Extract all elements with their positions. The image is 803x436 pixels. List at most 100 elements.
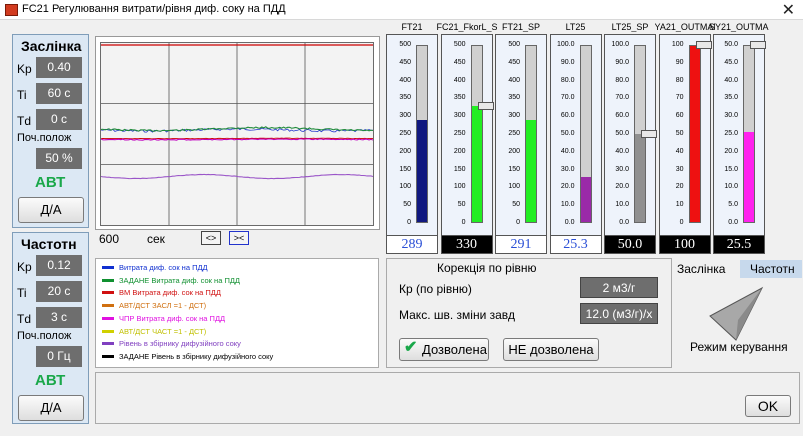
- legend-swatch: [102, 354, 114, 358]
- gauge-tick-label: 90: [675, 58, 684, 66]
- gauge-tick-label: 40: [675, 147, 684, 155]
- freq-td-label: Td: [17, 312, 32, 326]
- damper-ti-field[interactable]: 60 с: [36, 83, 82, 104]
- gauge-tick-label: 50: [512, 201, 520, 209]
- correction-allow-label: Дозволена: [422, 342, 487, 357]
- damper-init-field[interactable]: 50 %: [36, 148, 82, 169]
- gauge-lt25-sp: 100.0 90.0 80.0 70.0 60.0 50.0 40.0 30.0 20.0 10.…: [604, 34, 657, 236]
- damper-manual-auto-button[interactable]: Д/А: [18, 197, 84, 223]
- legend-swatch: [102, 291, 114, 295]
- legend-swatch: [102, 304, 114, 308]
- check-icon: ✔: [404, 339, 418, 356]
- gauge-tick-label: 100.0: [611, 41, 629, 48]
- freq-init-label: Поч.полож: [17, 330, 72, 342]
- damper-mode-status: АВТ: [35, 174, 66, 191]
- gauge-tick-label: 45.0: [724, 58, 738, 66]
- gauge-tick-label: 30: [675, 165, 684, 173]
- setpoint-slider-handle[interactable]: [477, 101, 494, 110]
- gauge-tick-label: 20.0: [615, 183, 629, 191]
- damper-panel-title: Заслінка: [21, 38, 82, 54]
- gauge-tick-label: 200: [453, 147, 466, 155]
- damper-init-label: Поч.полож: [17, 132, 72, 144]
- trend-chart[interactable]: [100, 42, 374, 226]
- gauge-tick-label: 350: [399, 94, 411, 102]
- gauge-lt25: 100.0 90.0 80.0 70.0 60.0 50.0 40.0 30.0 20.0 10.…: [549, 34, 602, 236]
- gauge-tick-label: 10.0: [560, 201, 575, 209]
- gauge-tick-label: 25.0: [724, 130, 738, 137]
- gauge-tick-label: 200: [399, 147, 411, 155]
- gauge-tick-label: 20.0: [560, 183, 575, 191]
- gauge-value[interactable]: 50.0: [604, 235, 656, 254]
- gauge-title: LT25_SP: [611, 22, 649, 32]
- correction-allow-button[interactable]: ✔ Дозволена: [399, 338, 489, 361]
- gauge-fill: [580, 177, 591, 222]
- gauge-tick-label: 500: [399, 41, 411, 48]
- gauge-tick-label: 450: [508, 58, 520, 66]
- setpoint-slider-handle[interactable]: [750, 41, 766, 49]
- gauge-tick-label: 70.0: [560, 94, 575, 102]
- close-icon[interactable]: ✕: [782, 0, 795, 20]
- mode-freq-option[interactable]: Частотн: [740, 260, 802, 278]
- gauge-value[interactable]: 100: [658, 235, 711, 254]
- gauge-tick-label: 30.0: [560, 165, 575, 173]
- gauge-title: FT21_SP: [501, 22, 541, 32]
- gauge-fill: [635, 134, 645, 222]
- gauge-tick-label: 250: [453, 130, 466, 137]
- gauge-track: [579, 45, 592, 223]
- gauge-tick-label: 350: [453, 94, 466, 102]
- legend-label: Витрата диф. сок на ПДД: [119, 263, 208, 272]
- gauge-tick-label: 250: [508, 130, 520, 137]
- gauge-tick-label: 0: [407, 219, 411, 226]
- gauge-title: LT25: [565, 22, 586, 32]
- legend-label: ЗАДАНЕ Рівень в збірнику дифузійного сок…: [119, 351, 274, 361]
- gauge-title: SY21_OUTMAN: [709, 22, 769, 32]
- gauge-value[interactable]: 330: [440, 235, 493, 254]
- gauge-fill: [526, 119, 536, 222]
- window-title: FC21 Регулювання витрати/рівня диф. соку…: [22, 3, 286, 15]
- trend-line-magenta: [101, 138, 373, 141]
- gauge-value: 291: [495, 235, 547, 254]
- gauge-tick-label: 50.0: [615, 130, 629, 137]
- freq-init-field[interactable]: 0 Гц: [36, 346, 82, 367]
- correction-rate-field[interactable]: 12.0 (м3/г)/х: [580, 303, 658, 324]
- gauge-value[interactable]: 25.5: [713, 235, 765, 254]
- zoom-in-button[interactable]: ><: [229, 231, 249, 245]
- mode-damper-option[interactable]: Заслінка: [675, 260, 739, 278]
- correction-kp-field[interactable]: 2 м3/г: [580, 277, 658, 298]
- freq-panel-title: Частотн: [21, 236, 77, 252]
- mode-selector-arrow[interactable]: [706, 286, 766, 342]
- damper-kp-field[interactable]: 0.40: [36, 57, 82, 78]
- legend-swatch: [102, 278, 114, 282]
- gauge-fill: [744, 132, 754, 222]
- damper-td-field[interactable]: 0 с: [36, 109, 82, 130]
- correction-deny-button[interactable]: НЕ дозволена: [503, 338, 599, 361]
- gauge-fill: [417, 120, 427, 222]
- damper-panel: Заслінка Kp 0.40 Ti 60 с Td 0 с Поч.поло…: [12, 34, 89, 228]
- freq-mode-status: АВТ: [35, 372, 66, 389]
- gauge-tick-label: 0.0: [728, 219, 738, 226]
- freq-ti-field[interactable]: 20 с: [36, 281, 82, 302]
- gauge-tick-label: 100: [399, 183, 411, 191]
- message-area: [95, 372, 800, 424]
- gauge-tick-label: 150: [508, 165, 520, 173]
- gauge-tick-label: 100: [453, 183, 466, 191]
- freq-td-field[interactable]: 3 с: [36, 307, 82, 328]
- gauge-tick-label: 90.0: [615, 58, 629, 66]
- mode-freq-label: Частотн: [750, 262, 795, 276]
- gauge-track: [688, 45, 701, 223]
- gauge-tick-label: 500: [453, 41, 466, 48]
- gauge-tick-label: 450: [453, 58, 466, 66]
- gauge-title: FC21_FkorL_SP: [436, 22, 497, 32]
- legend-label: АВТ/ДСТ ЗАСЛ =1 - ДСТ): [119, 301, 207, 311]
- zoom-out-button[interactable]: <>: [201, 231, 221, 245]
- trend-time-unit: сек: [147, 232, 165, 246]
- gauge-ft21: 500 450 400 350 300 250 200 150 100 50 0: [386, 34, 438, 236]
- gauge-tick-label: 300: [508, 112, 520, 120]
- gauge-ya21-outman: 100 90 80 70 60 50 40 30 20 10 0: [658, 34, 712, 236]
- trend-legend: Витрата диф. сок на ПДД ЗАДАНЕ Витрата ди…: [95, 258, 379, 368]
- freq-manual-auto-button[interactable]: Д/А: [18, 395, 84, 421]
- gauge-track: [470, 45, 483, 223]
- ok-button[interactable]: OK: [745, 395, 791, 417]
- freq-kp-field[interactable]: 0.12: [36, 255, 82, 276]
- gauge-tick-label: 30.0: [724, 112, 738, 120]
